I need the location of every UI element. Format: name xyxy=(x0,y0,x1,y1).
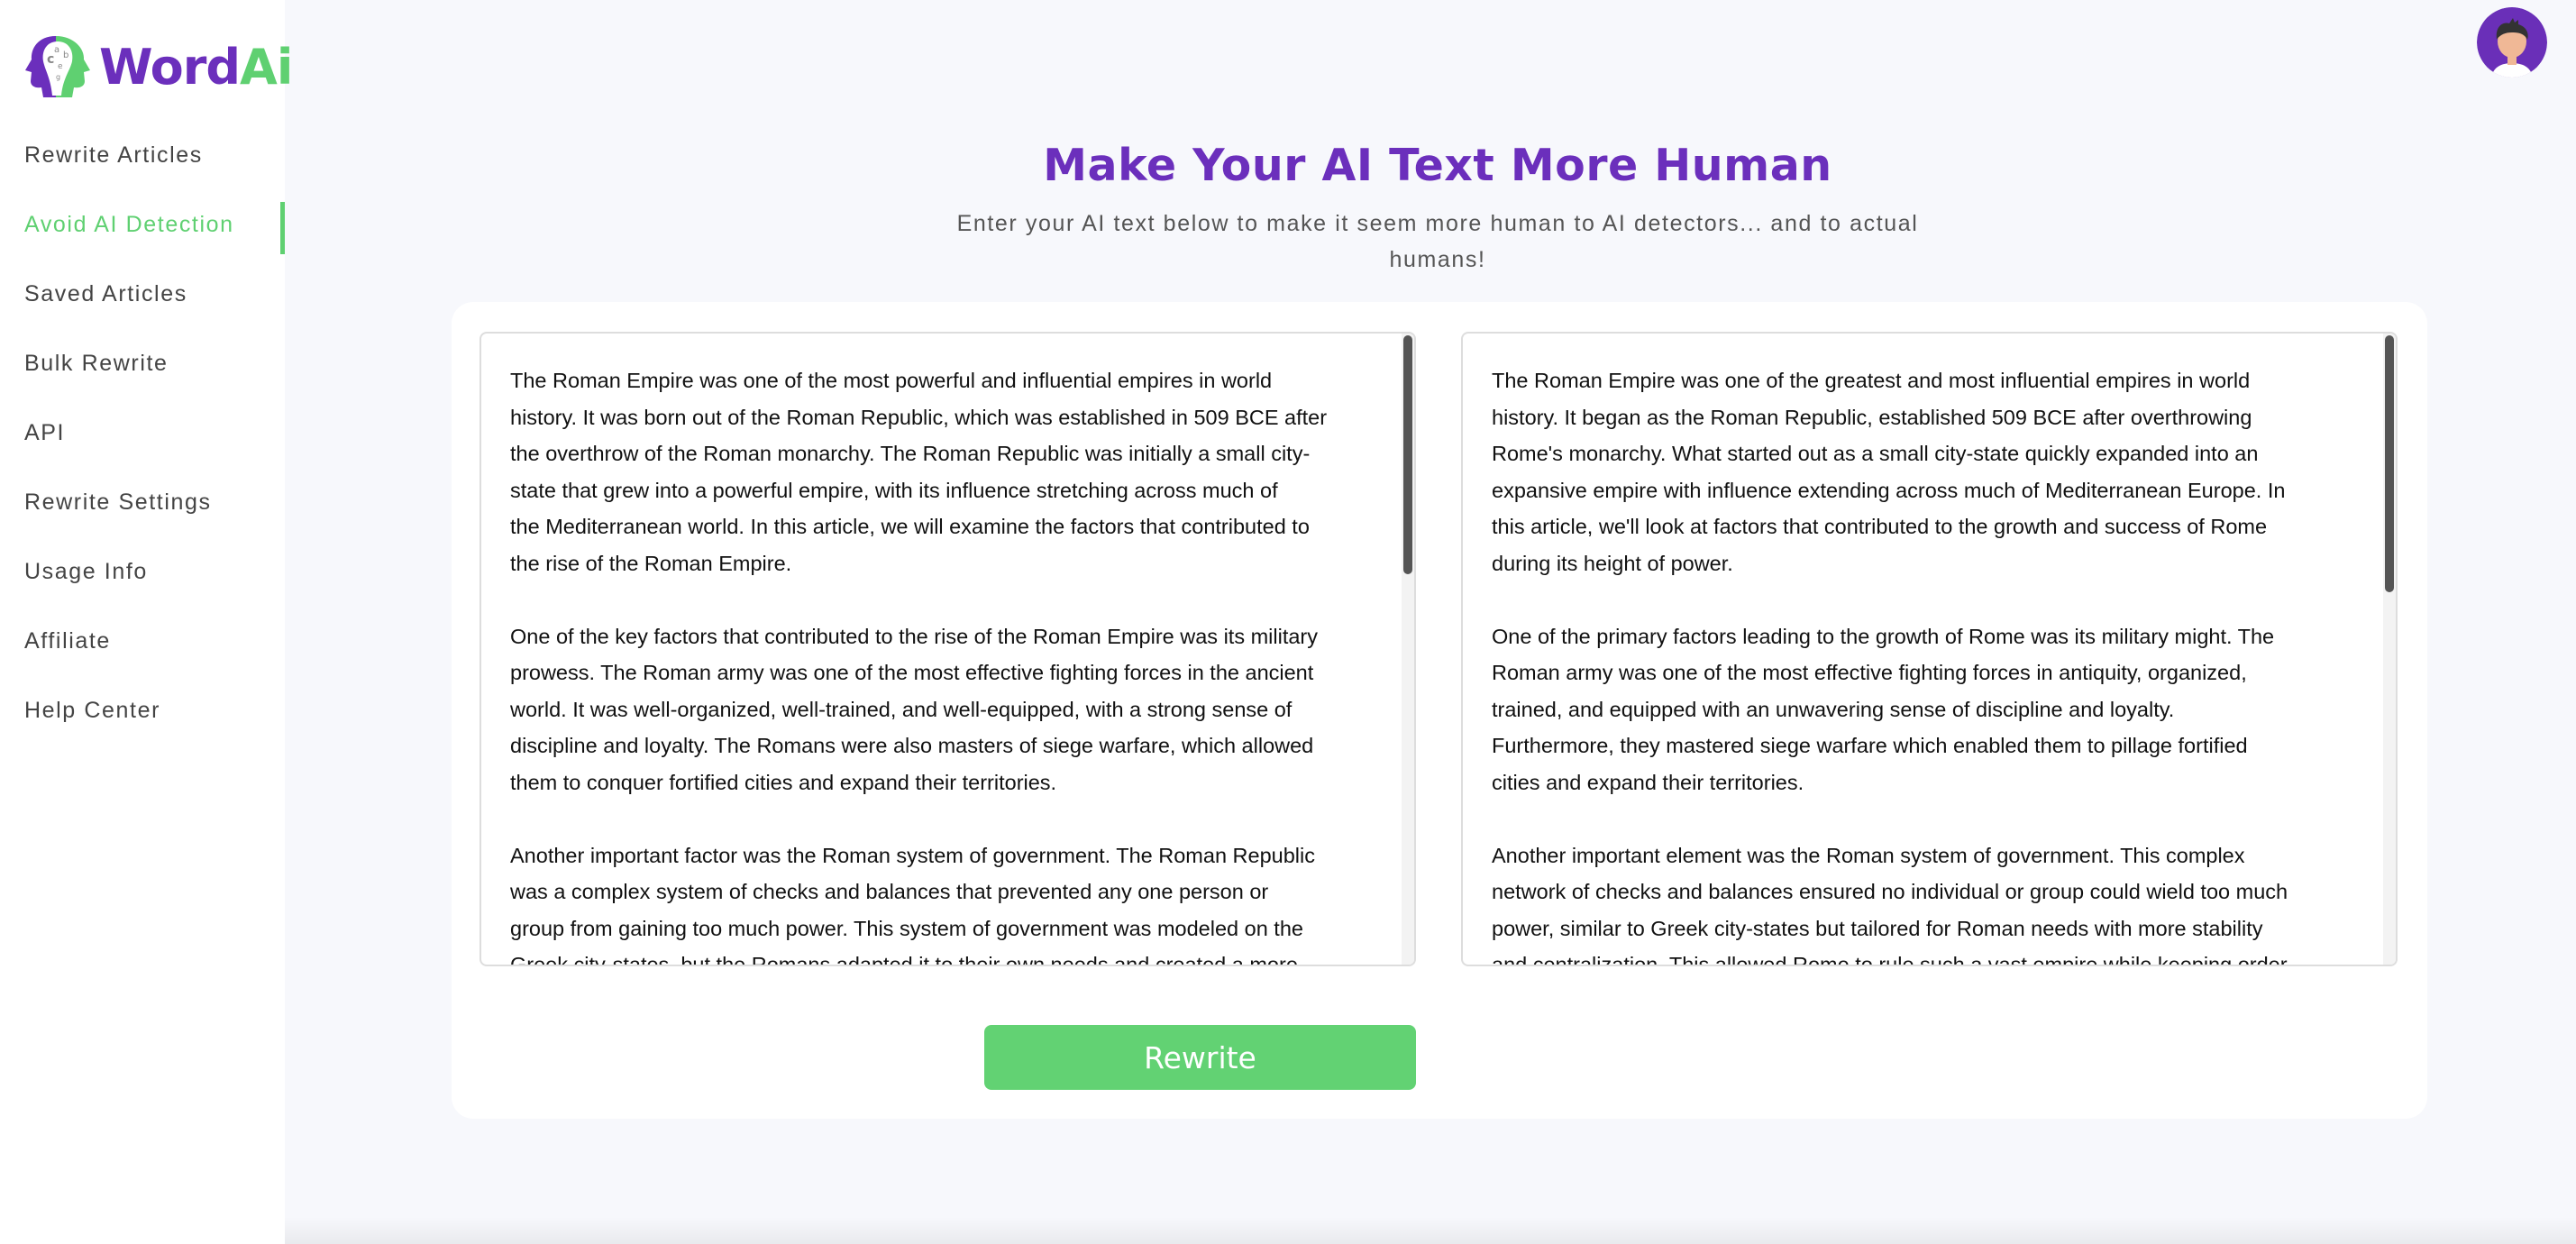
text-line: was a complex system of checks and balan… xyxy=(510,880,1269,903)
text-line: discipline and loyalty. The Romans were … xyxy=(510,734,1314,757)
text-line: One of the primary factors leading to th… xyxy=(1492,624,2275,648)
text-paragraph: Another important factor was the Roman s… xyxy=(510,837,1387,966)
text-line: the Mediterranean world. In this article… xyxy=(510,515,1310,538)
logo-ai: Ai xyxy=(240,38,293,96)
text-line: group from gaining too much power. This … xyxy=(510,916,1303,940)
user-avatar[interactable] xyxy=(2477,7,2547,78)
text-line: during its height of power. xyxy=(1492,551,1733,575)
sidebar-item-rewrite-articles[interactable]: Rewrite Articles xyxy=(24,142,203,169)
user-avatar-icon xyxy=(2477,7,2547,78)
output-scrollbar[interactable] xyxy=(2383,334,2396,965)
sidebar: c a b e g WordAi Rewrite Articles Avoid … xyxy=(0,0,293,1244)
text-line: the rise of the Roman Empire. xyxy=(510,551,792,575)
text-paragraph: The Roman Empire was one of the most pow… xyxy=(510,362,1387,581)
input-text-content[interactable]: The Roman Empire was one of the most pow… xyxy=(510,362,1387,966)
text-paragraph: One of the key factors that contributed … xyxy=(510,618,1387,801)
text-line: history. It was born out of the Roman Re… xyxy=(510,405,1328,429)
text-line: One of the key factors that contributed … xyxy=(510,624,1319,648)
sidebar-item-help-center[interactable]: Help Center xyxy=(24,698,160,724)
text-line: Greek city-states, but the Romans adapte… xyxy=(510,953,1298,966)
subtitle-line: Enter your AI text below to make it seem… xyxy=(956,211,1919,236)
text-line: The Roman Empire was one of the most pow… xyxy=(510,369,1273,392)
text-line: Roman army was one of the most effective… xyxy=(1492,661,2247,684)
logo-word: Word xyxy=(99,38,241,96)
text-paragraph: Another important element was the Roman … xyxy=(1492,837,2369,966)
heads-logo-icon: c a b e g xyxy=(25,36,90,97)
sidebar-item-bulk-rewrite[interactable]: Bulk Rewrite xyxy=(24,351,169,377)
output-text-area[interactable]: The Roman Empire was one of the greatest… xyxy=(1461,332,2398,966)
input-scrollbar[interactable] xyxy=(1402,334,1414,965)
text-line: the overthrow of the Roman monarchy. The… xyxy=(510,442,1311,465)
page-title: Make Your AI Text More Human xyxy=(1043,140,1832,191)
text-line: history. It began as the Roman Republic,… xyxy=(1492,405,2252,429)
svg-text:a: a xyxy=(54,45,59,55)
text-line: Rome's monarchy. What started out as a s… xyxy=(1492,442,2259,465)
input-text-area[interactable]: The Roman Empire was one of the most pow… xyxy=(480,332,1416,966)
output-text-content[interactable]: The Roman Empire was one of the greatest… xyxy=(1492,362,2369,966)
wordai-logo[interactable]: c a b e g WordAi xyxy=(23,34,293,99)
rewrite-button[interactable]: Rewrite xyxy=(984,1025,1416,1090)
svg-text:b: b xyxy=(63,50,69,60)
svg-text:e: e xyxy=(58,62,63,71)
bottom-shadow xyxy=(285,1217,2576,1244)
logo-text: WordAi xyxy=(99,38,293,96)
output-scrollbar-thumb[interactable] xyxy=(2385,335,2394,592)
text-line: this article, we'll look at factors that… xyxy=(1492,515,2268,538)
subtitle-line: humans! xyxy=(1389,247,1486,272)
text-line: The Roman Empire was one of the greatest… xyxy=(1492,369,2251,392)
text-line: prowess. The Roman army was one of the m… xyxy=(510,661,1314,684)
active-indicator xyxy=(280,202,285,254)
text-paragraph: One of the primary factors leading to th… xyxy=(1492,618,2369,801)
sidebar-item-affiliate[interactable]: Affiliate xyxy=(24,628,111,654)
text-line: and centralization. This allowed Rome to… xyxy=(1492,953,2288,966)
text-line: Another important element was the Roman … xyxy=(1492,843,2245,867)
text-line: Furthermore, they mastered siege warfare… xyxy=(1492,734,2248,757)
sidebar-item-saved-articles[interactable]: Saved Articles xyxy=(24,281,187,307)
text-line: them to conquer fortified cities and exp… xyxy=(510,770,1057,794)
text-line: state that grew into a powerful empire, … xyxy=(510,478,1278,502)
sidebar-item-api[interactable]: API xyxy=(24,420,65,446)
text-line: power, similar to Greek city-states but … xyxy=(1492,916,2263,940)
text-line: trained, and equipped with an unwavering… xyxy=(1492,697,2175,721)
page-subtitle: Enter your AI text below to make it seem… xyxy=(951,206,1924,278)
text-line: network of checks and balances ensured n… xyxy=(1492,880,2288,903)
input-scrollbar-thumb[interactable] xyxy=(1403,335,1412,574)
text-line: Another important factor was the Roman s… xyxy=(510,843,1315,867)
text-paragraph: The Roman Empire was one of the greatest… xyxy=(1492,362,2369,581)
sidebar-item-avoid-ai-detection[interactable]: Avoid AI Detection xyxy=(24,212,234,238)
text-line: expansive empire with influence extendin… xyxy=(1492,478,2286,502)
sidebar-item-rewrite-settings[interactable]: Rewrite Settings xyxy=(24,489,212,516)
sidebar-item-usage-info[interactable]: Usage Info xyxy=(24,559,148,585)
text-line: cities and expand their territories. xyxy=(1492,770,1804,794)
svg-text:g: g xyxy=(56,73,60,81)
text-line: world. It was well-organized, well-train… xyxy=(510,697,1293,721)
